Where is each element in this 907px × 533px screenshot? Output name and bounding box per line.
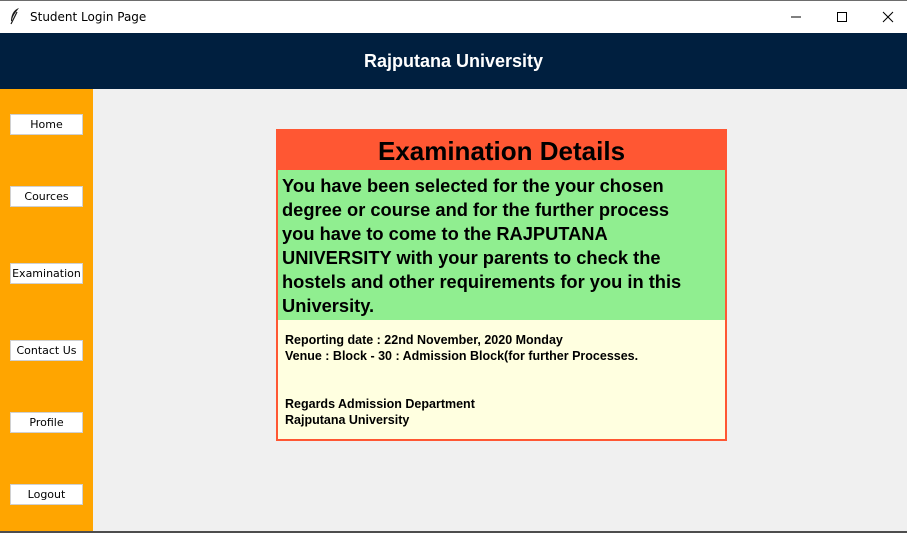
maximize-icon (837, 12, 847, 22)
home-button[interactable]: Home (10, 114, 83, 135)
sidebar: Home Cources Examination Contact Us Prof… (0, 89, 93, 533)
venue: Venue : Block - 30 : Admission Block(for… (285, 349, 639, 363)
regards-line: Regards Admission Department (285, 397, 475, 411)
exam-info: Reporting date : 22nd November, 2020 Mon… (285, 332, 715, 428)
university-title: Rajputana University (363, 51, 544, 71)
courses-button[interactable]: Cources (10, 186, 83, 207)
selection-message: You have been selected for the your chos… (278, 170, 725, 320)
close-button[interactable] (865, 1, 907, 33)
app-header: Rajputana University (0, 33, 907, 89)
examination-button[interactable]: Examination (10, 263, 83, 284)
contact-us-button[interactable]: Contact Us (10, 340, 83, 361)
logout-button[interactable]: Logout (10, 484, 83, 505)
profile-button[interactable]: Profile (10, 412, 83, 433)
reporting-date: Reporting date : 22nd November, 2020 Mon… (285, 333, 563, 347)
minimize-button[interactable] (773, 1, 819, 33)
examination-details-card: Examination Details You have been select… (276, 129, 727, 441)
university-signature: Rajputana University (285, 413, 410, 427)
minimize-icon (791, 16, 801, 18)
window-title: Student Login Page (30, 10, 147, 24)
window-titlebar: Student Login Page (0, 0, 907, 33)
card-title: Examination Details (278, 131, 725, 170)
close-icon (882, 11, 894, 23)
feather-icon (10, 8, 19, 25)
maximize-button[interactable] (819, 1, 865, 33)
